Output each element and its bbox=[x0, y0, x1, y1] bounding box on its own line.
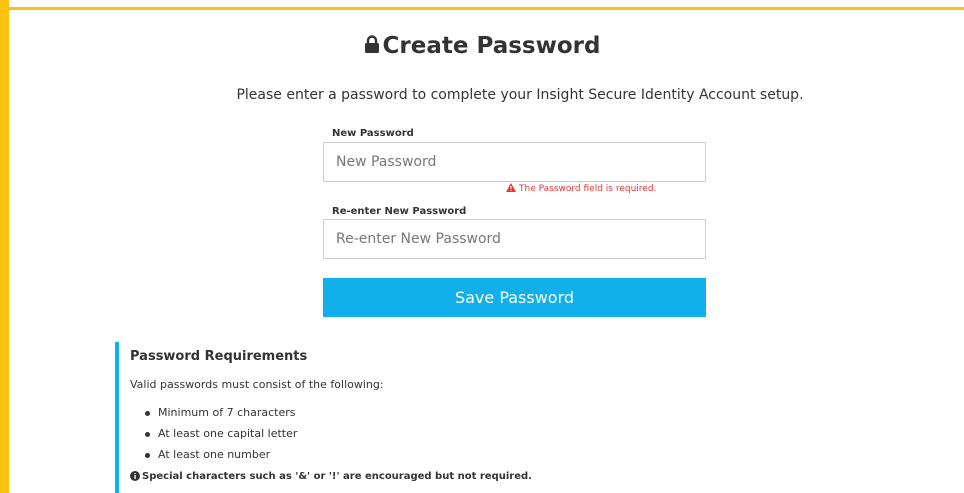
requirement-item: At least one number bbox=[144, 447, 297, 468]
requirements-list: Minimum of 7 characters At least one cap… bbox=[144, 405, 297, 468]
requirement-item: At least one capital letter bbox=[144, 426, 297, 447]
new-password-error-text: The Password field is required. bbox=[519, 184, 657, 194]
requirements-note: Special characters such as '&' or '!' ar… bbox=[130, 471, 532, 484]
requirements-description: Valid passwords must consist of the foll… bbox=[130, 378, 384, 391]
new-password-input[interactable] bbox=[323, 142, 706, 182]
confirm-password-input[interactable] bbox=[323, 219, 706, 259]
page-title-text: Create Password bbox=[382, 33, 601, 59]
new-password-error: The Password field is required. bbox=[506, 183, 656, 194]
info-icon bbox=[130, 471, 140, 484]
top-border-inner bbox=[0, 0, 964, 7]
page-subtitle: Please enter a password to complete your… bbox=[236, 87, 804, 103]
warning-icon bbox=[506, 183, 519, 194]
save-password-button[interactable]: Save Password bbox=[323, 278, 706, 317]
requirements-note-text: Special characters such as '&' or '!' ar… bbox=[142, 471, 532, 482]
requirement-item: Minimum of 7 characters bbox=[144, 405, 297, 426]
left-border bbox=[0, 0, 9, 493]
page-title: Create Password bbox=[0, 33, 964, 60]
lock-icon bbox=[364, 34, 380, 60]
requirements-title: Password Requirements bbox=[130, 349, 308, 364]
new-password-label: New Password bbox=[332, 128, 414, 139]
confirm-password-label: Re-enter New Password bbox=[332, 206, 467, 217]
